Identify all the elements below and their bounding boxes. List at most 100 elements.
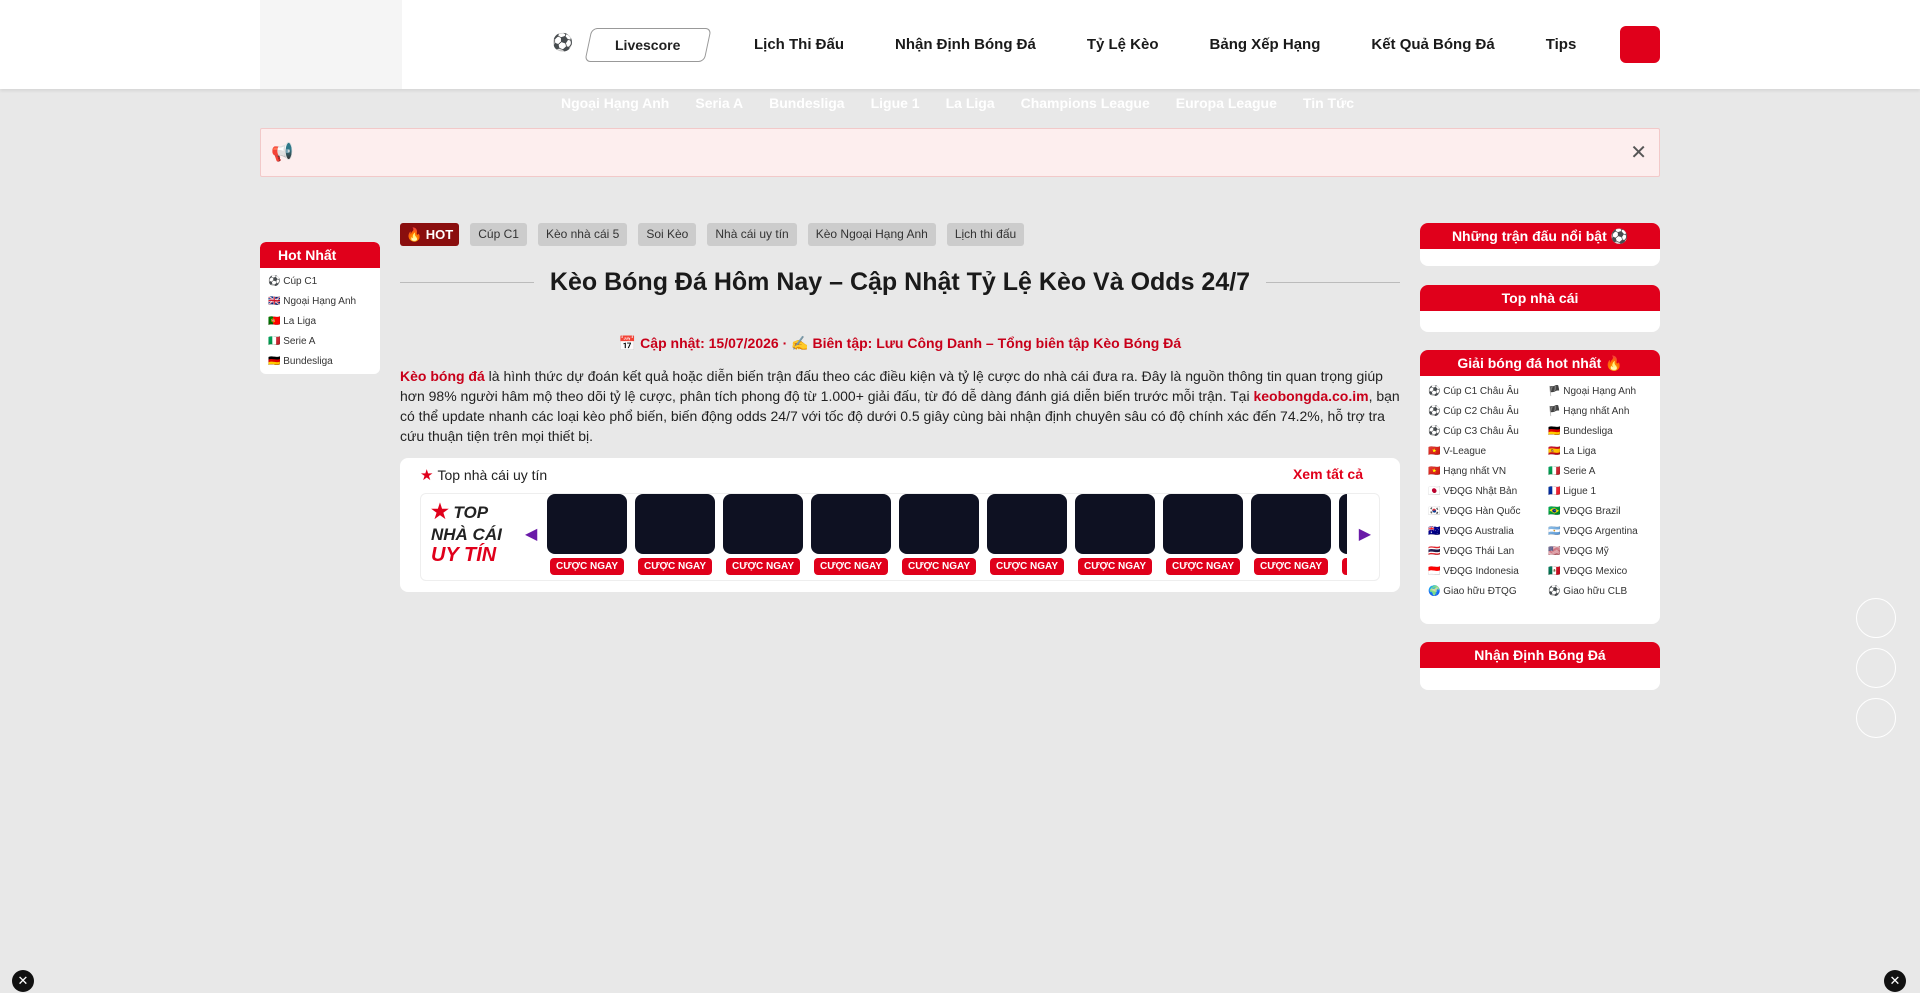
league-item[interactable]: 🏴 Hạng nhất Anh: [1548, 402, 1660, 422]
league-item[interactable]: 🇰🇷 VĐQG Hàn Quốc: [1428, 502, 1548, 522]
league-item[interactable]: ⚽ Cúp C3 Châu Âu: [1428, 422, 1548, 442]
bet-now-button[interactable]: CƯỢC NGAY: [550, 558, 624, 575]
league-item[interactable]: ⚽ Giao hữu CLB: [1548, 582, 1660, 602]
see-all-link[interactable]: Xem tất cả: [1293, 466, 1363, 482]
bookmaker-card[interactable]: CƯỢC NGAY: [1251, 494, 1331, 580]
league-item[interactable]: 🇲🇽 VĐQG Mexico: [1548, 562, 1660, 582]
hot-item[interactable]: 🇵🇹 La Liga: [268, 312, 380, 332]
bet-now-button[interactable]: CƯỢC NGAY: [1078, 558, 1152, 575]
close-icon[interactable]: ✕: [1884, 970, 1906, 992]
bookmaker-logo[interactable]: [1075, 494, 1155, 554]
league-item[interactable]: 🇹🇭 VĐQG Thái Lan: [1428, 542, 1548, 562]
announcement-bar: 📢 ✕: [260, 128, 1660, 177]
tag[interactable]: Nhà cái uy tín: [707, 223, 797, 246]
league-item[interactable]: 🇻🇳 Hạng nhất VN: [1428, 462, 1548, 482]
bet-now-button[interactable]: CƯỢC NGAY: [1254, 558, 1328, 575]
league-item[interactable]: 🇺🇸 VĐQG Mỹ: [1548, 542, 1660, 562]
subnav-item[interactable]: Tin Tức: [1303, 95, 1354, 111]
intro-link-site[interactable]: keobongda.co.im: [1253, 388, 1368, 404]
tag[interactable]: Kèo Ngoại Hạng Anh: [807, 223, 936, 246]
subnav-item[interactable]: Seria A: [695, 95, 743, 111]
subnav-item[interactable]: Ligue 1: [871, 95, 920, 111]
league-item[interactable]: ⚽ Cúp C2 Châu Âu: [1428, 402, 1548, 422]
predictions-box: Nhận Định Bóng Đá: [1420, 642, 1660, 690]
bookmaker-logo[interactable]: [723, 494, 803, 554]
bookmaker-card[interactable]: CƯỢC NGAY: [811, 494, 891, 580]
bookmaker-card[interactable]: CƯỢC NGAY: [723, 494, 803, 580]
close-icon[interactable]: ✕: [1630, 140, 1647, 165]
hot-tag[interactable]: 🔥 HOT: [400, 223, 460, 246]
top-badge: ★ TOP NHÀ CÁI UY TÍN: [431, 501, 502, 566]
carousel-next-icon[interactable]: ▶: [1359, 524, 1371, 544]
league-item[interactable]: 🇦🇷 VĐQG Argentina: [1548, 522, 1660, 542]
bookmaker-card[interactable]: CƯỢC NGAY: [547, 494, 627, 580]
hot-leagues-box: Giải bóng đá hot nhất 🔥 ⚽ Cúp C1 Châu Âu…: [1420, 350, 1660, 624]
tag[interactable]: Soi Kèo: [638, 223, 697, 246]
carousel-prev-icon[interactable]: ◀: [525, 524, 537, 544]
bet-now-button[interactable]: CƯỢC NGAY: [814, 558, 888, 575]
bookmaker-logo[interactable]: [987, 494, 1067, 554]
nav-ket-qua[interactable]: Kết Quả Bóng Đá: [1371, 36, 1494, 53]
bet-now-button[interactable]: CƯỢC NGAY: [726, 558, 800, 575]
league-item[interactable]: 🇮🇹 Serie A: [1548, 462, 1660, 482]
bookmaker-card[interactable]: CƯỢC NGAY: [1339, 494, 1347, 580]
league-item[interactable]: 🏴 Ngoại Hạng Anh: [1548, 382, 1660, 402]
hot-item[interactable]: ⚽ Cúp C1: [268, 272, 380, 292]
league-item[interactable]: 🌍 Giao hữu ĐTQG: [1428, 582, 1548, 602]
bookmaker-card[interactable]: CƯỢC NGAY: [987, 494, 1067, 580]
subnav-item[interactable]: Champions League: [1021, 95, 1150, 111]
tag[interactable]: Lịch thi đấu: [946, 223, 1025, 246]
floating-button[interactable]: [1856, 698, 1896, 738]
bet-now-button[interactable]: CƯỢC NGAY: [902, 558, 976, 575]
tag[interactable]: Cúp C1: [470, 223, 527, 246]
bookmaker-card[interactable]: CƯỢC NGAY: [635, 494, 715, 580]
league-item[interactable]: 🇻🇳 V-League: [1428, 442, 1548, 462]
league-item[interactable]: 🇪🇸 La Liga: [1548, 442, 1660, 462]
nav-tips[interactable]: Tips: [1546, 36, 1577, 53]
tag[interactable]: Kèo nhà cái 5: [537, 223, 628, 246]
bookmaker-card[interactable]: CƯỢC NGAY: [899, 494, 979, 580]
hot-item[interactable]: 🇮🇹 Serie A: [268, 332, 380, 352]
league-item[interactable]: 🇦🇺 VĐQG Australia: [1428, 522, 1548, 542]
floating-button[interactable]: [1856, 598, 1896, 638]
hot-item[interactable]: 🇬🇧 Ngoại Hạng Anh: [268, 292, 380, 312]
close-icon[interactable]: ✕: [12, 970, 34, 992]
nav-nhan-dinh[interactable]: Nhận Định Bóng Đá: [895, 36, 1036, 53]
bookmaker-logo[interactable]: [635, 494, 715, 554]
bet-now-button[interactable]: CƯỢC NGAY: [1342, 558, 1347, 575]
intro-link-keo-bong-da[interactable]: Kèo bóng đá: [400, 368, 485, 384]
bookmaker-logo[interactable]: [1339, 494, 1347, 554]
nav-lich-thi-dau[interactable]: Lịch Thi Đấu: [754, 36, 844, 53]
hot-item[interactable]: 🇩🇪 Bundesliga: [268, 352, 380, 372]
bookmaker-card[interactable]: CƯỢC NGAY: [1075, 494, 1155, 580]
livescore-button[interactable]: Livescore: [584, 28, 712, 62]
article-meta: 📅 Cập nhật: 15/07/2026 · ✍️ Biên tập: Lư…: [618, 335, 1182, 351]
subnav-item[interactable]: Ngoại Hạng Anh: [561, 95, 669, 111]
soccer-ball-icon[interactable]: ⚽: [552, 33, 573, 53]
league-item[interactable]: ⚽ Cúp C1 Châu Âu: [1428, 382, 1548, 402]
header-action-button[interactable]: [1620, 26, 1660, 63]
bet-now-button[interactable]: CƯỢC NGAY: [990, 558, 1064, 575]
site-logo[interactable]: [260, 0, 402, 89]
bookmaker-logo[interactable]: [899, 494, 979, 554]
nav-ty-le-keo[interactable]: Tỷ Lệ Kèo: [1087, 36, 1159, 53]
league-item[interactable]: 🇮🇩 VĐQG Indonesia: [1428, 562, 1548, 582]
league-item[interactable]: 🇧🇷 VĐQG Brazil: [1548, 502, 1660, 522]
bookmaker-logo[interactable]: [811, 494, 891, 554]
league-item[interactable]: 🇩🇪 Bundesliga: [1548, 422, 1660, 442]
league-item[interactable]: 🇯🇵 VĐQG Nhật Bản: [1428, 482, 1548, 502]
subnav-item[interactable]: Bundesliga: [769, 95, 844, 111]
hot-sidebar-title: Hot Nhất: [260, 242, 380, 268]
bookmaker-logo[interactable]: [547, 494, 627, 554]
bookmaker-logo[interactable]: [1251, 494, 1331, 554]
league-item[interactable]: 🇫🇷 Ligue 1: [1548, 482, 1660, 502]
subnav-item[interactable]: Europa League: [1176, 95, 1277, 111]
bet-now-button[interactable]: CƯỢC NGAY: [638, 558, 712, 575]
subnav-item[interactable]: La Liga: [946, 95, 995, 111]
floating-button[interactable]: [1856, 648, 1896, 688]
bookmaker-card[interactable]: CƯỢC NGAY: [1163, 494, 1243, 580]
bet-now-button[interactable]: CƯỢC NGAY: [1166, 558, 1240, 575]
nav-bang-xep-hang[interactable]: Bảng Xếp Hạng: [1210, 36, 1321, 53]
bookmaker-logo[interactable]: [1163, 494, 1243, 554]
article-intro: Kèo bóng đá là hình thức dự đoán kết quả…: [400, 366, 1400, 446]
